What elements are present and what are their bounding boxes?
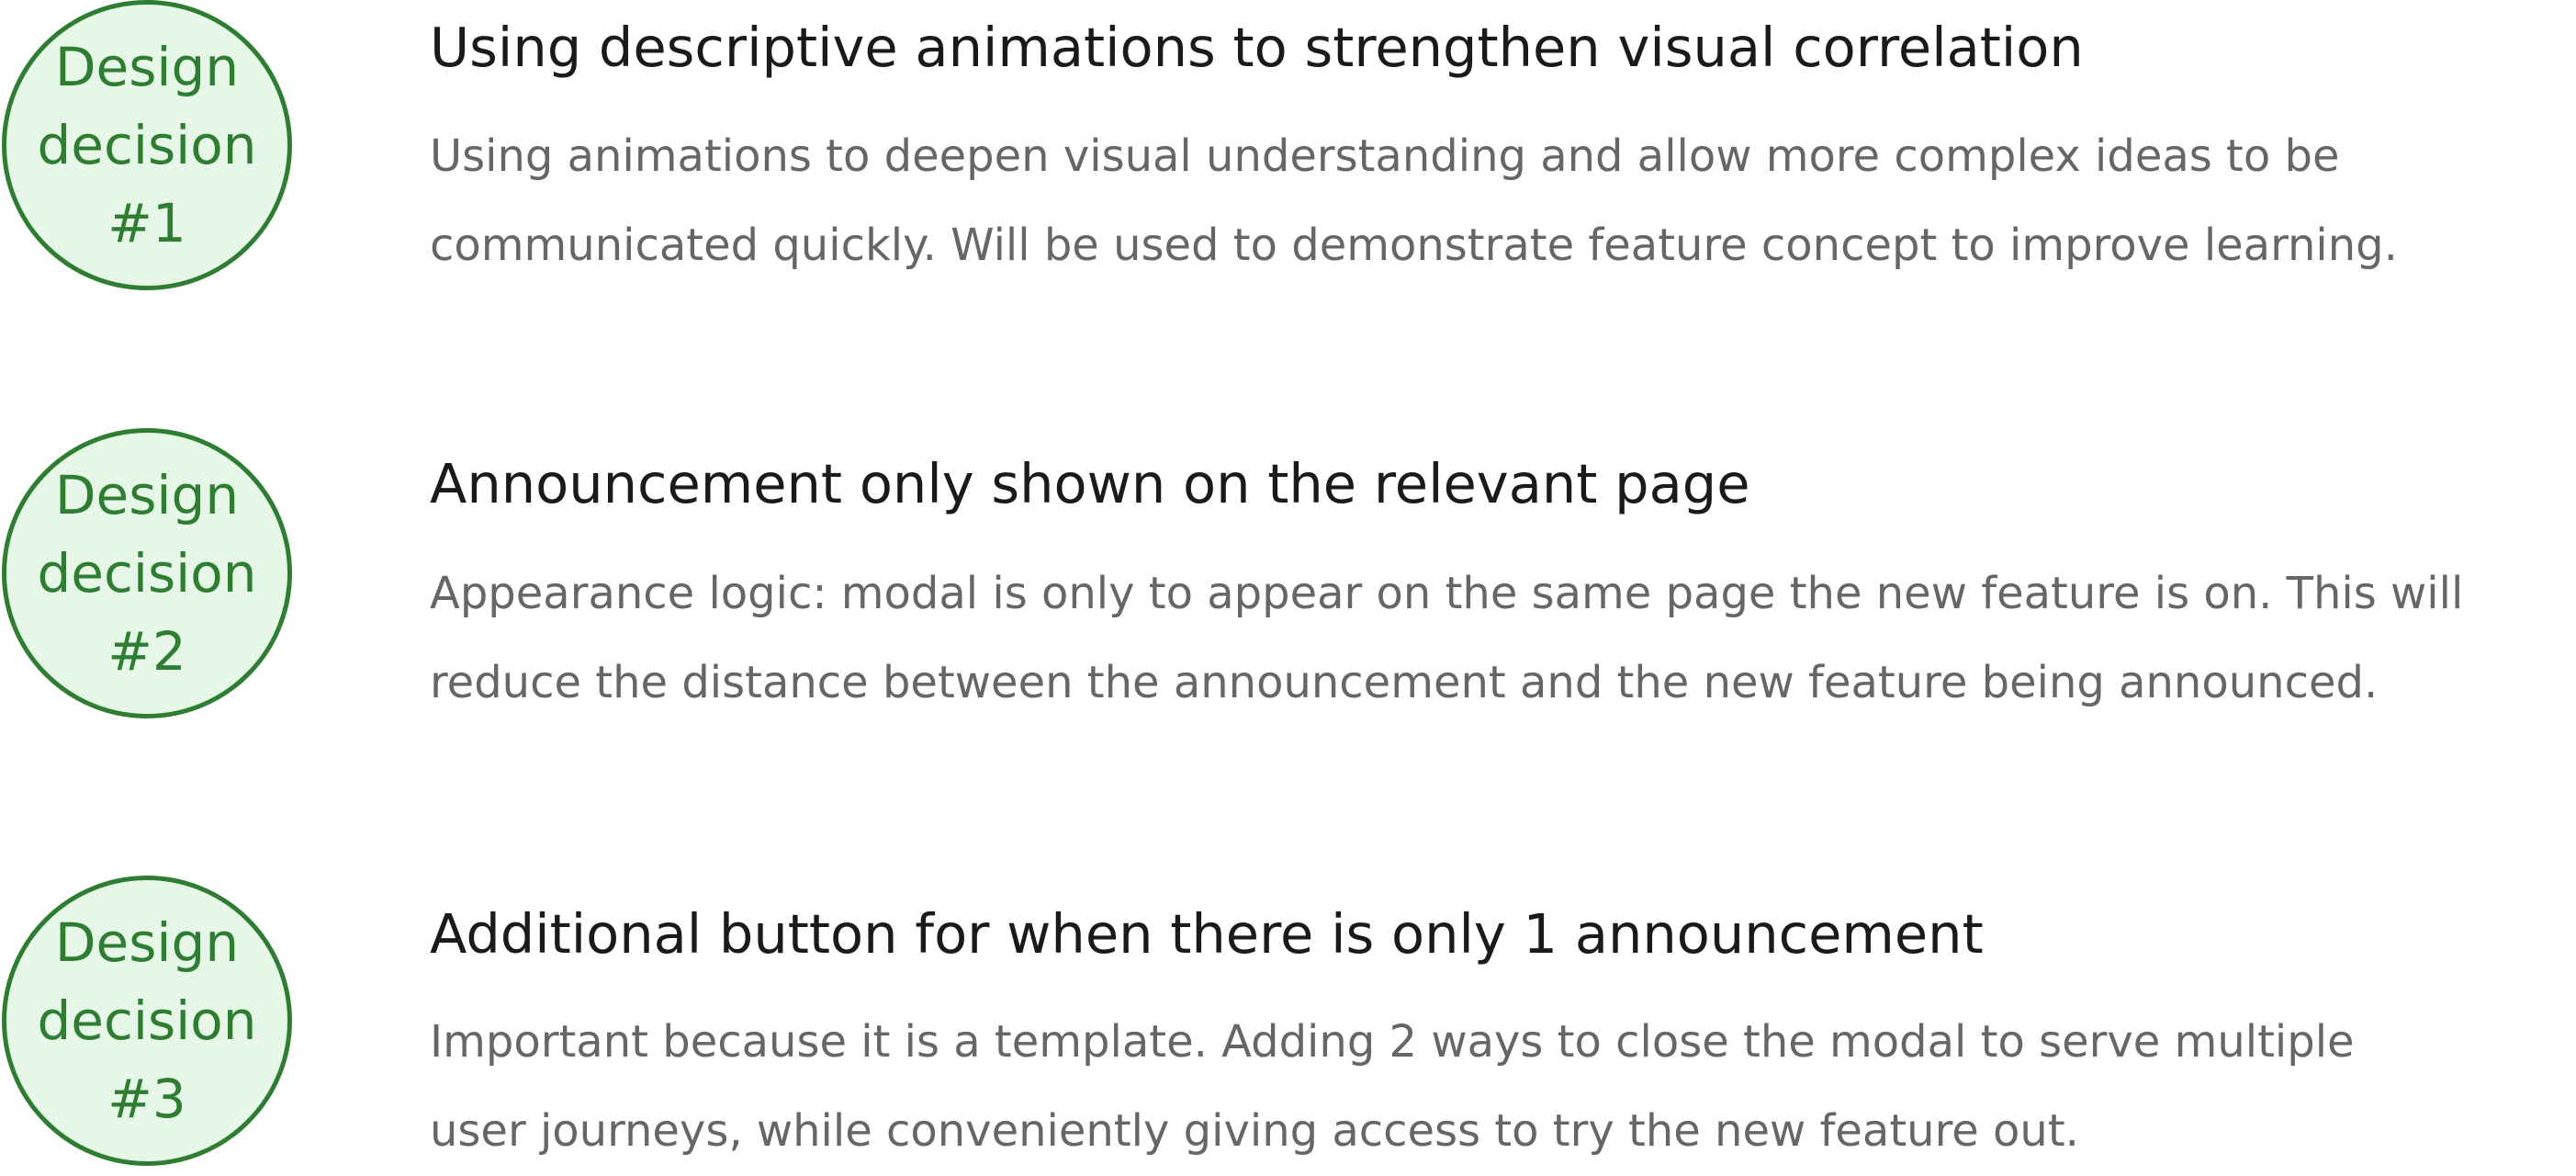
- design-decision-title-3: Additional button for when there is only…: [430, 902, 1984, 966]
- badge-line-design: Design: [54, 463, 240, 526]
- description-line: Appearance logic: modal is only to appea…: [430, 568, 2464, 619]
- badge-line-number: #1: [107, 191, 186, 254]
- design-decision-badge-3: Design decision #3: [2, 876, 292, 1166]
- badge-line-design: Design: [54, 910, 240, 974]
- badge-line-design: Design: [54, 35, 240, 98]
- badge-line-number: #3: [107, 1067, 186, 1130]
- design-decision-title-1: Using descriptive animations to strength…: [430, 16, 2084, 79]
- description-line: Using animations to deepen visual unders…: [430, 130, 2340, 182]
- design-decision-description-1: Using animations to deepen visual unders…: [430, 112, 2533, 290]
- description-line: user journeys, while conveniently giving…: [430, 1105, 2079, 1157]
- description-line: reduce the distance between the announce…: [430, 657, 2379, 708]
- badge-line-decision: decision: [37, 113, 257, 176]
- description-line: communicated quickly. Will be used to de…: [430, 220, 2398, 271]
- design-decision-badge-2: Design decision #2: [2, 428, 292, 718]
- design-decision-badge-1: Design decision #1: [2, 0, 292, 290]
- badge-line-decision: decision: [37, 989, 257, 1052]
- design-decision-description-2: Appearance logic: modal is only to appea…: [430, 549, 2533, 728]
- badge-line-decision: decision: [37, 541, 257, 605]
- badge-line-number: #2: [107, 619, 186, 683]
- description-line: Important because it is a template. Addi…: [430, 1016, 2355, 1068]
- design-decision-title-2: Announcement only shown on the relevant …: [430, 452, 1750, 515]
- design-decision-description-3: Important because it is a template. Addi…: [430, 998, 2533, 1176]
